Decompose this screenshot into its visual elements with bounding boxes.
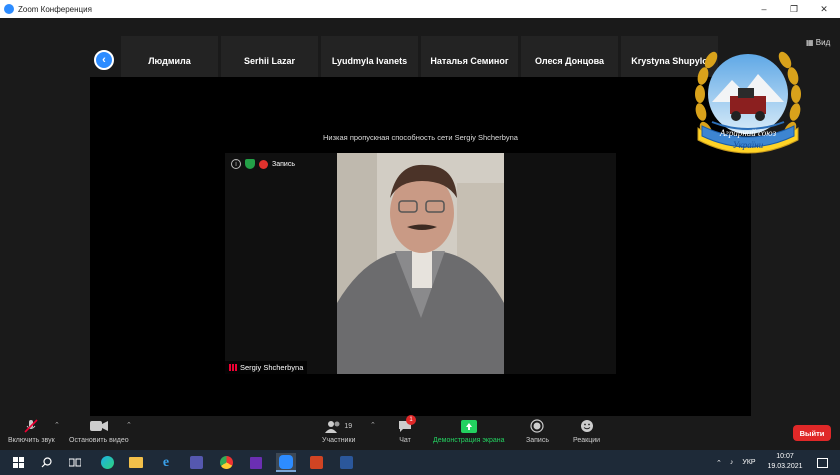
unmute-label: Включить звук [8,437,55,444]
system-tray: ⌃ ♪ УКР [716,450,756,475]
logo-text-line1: Аграрний союз [719,128,777,138]
muted-mic-icon [24,419,38,433]
participant-name: Lyudmyla Ivanets [331,56,408,66]
share-screen-button[interactable]: Демонстрация экрана [433,418,505,444]
record-button[interactable]: Запись [526,418,549,444]
tray-chevron-up-icon[interactable]: ⌃ [716,459,722,467]
chevron-left-icon: ‹ [102,54,106,66]
speaker-video [337,153,504,374]
word-icon [339,456,353,469]
clock-time: 10:07 [776,453,794,460]
taskbar-save-app[interactable] [246,453,266,472]
participants-label: Участники [322,437,356,444]
stop-video-label: Остановить видео [69,437,129,444]
participant-name: Людмила [148,56,191,66]
taskbar-word[interactable] [336,453,356,472]
active-speaker-area: Низкая пропускная способность сети Sergi… [90,77,751,416]
chat-button[interactable]: 1 Чат [398,415,416,444]
signal-strength-icon [229,364,237,371]
reactions-button[interactable]: Реакции [573,418,600,444]
windows-logo-icon [12,457,24,468]
start-button[interactable] [8,453,28,472]
video-options-caret-icon[interactable]: ⌃ [126,421,132,429]
close-button[interactable]: ✕ [810,0,838,18]
windows-taskbar: e ⌃ ♪ УКР 10:07 19.03.2021 [0,450,840,475]
title-bar: Zoom Конференция – ❐ ✕ [0,0,840,18]
zoom-logo-icon [4,4,14,14]
speaker-name: Sergiy Shcherbyna [240,363,304,372]
taskbar-ie[interactable]: e [156,453,176,472]
participants-button[interactable]: 19 Участники [322,418,355,444]
agrarian-union-logo: Аграрний союз України [692,40,804,162]
task-view-icon [69,458,81,467]
zoom-icon [279,454,293,469]
taskbar-explorer[interactable] [126,453,146,472]
speaker-frame[interactable]: i Запись Sergiy Shcherbyna [225,153,616,374]
participant-name: Олеся Донцова [534,56,605,66]
participants-count: 19 [344,422,353,430]
volume-icon[interactable]: ♪ [730,459,734,466]
task-view-button[interactable] [65,453,85,472]
bandwidth-notice: Низкая пропускная способность сети Sergi… [323,133,518,142]
info-icon[interactable]: i [231,159,241,169]
record-label: Запись [526,437,549,444]
folder-icon [129,457,143,468]
participants-options-caret-icon[interactable]: ⌃ [370,421,376,429]
floppy-icon [250,456,262,469]
taskbar-zoom[interactable] [276,453,296,472]
meeting-stage: ‹ Людмила Serhii Lazar Lyudmyla Ivanets … [0,18,840,416]
window-title: Zoom Конференция [18,4,92,14]
reactions-label: Реакции [573,437,601,444]
teams-icon [189,456,203,469]
participants-icon [325,420,340,433]
recording-icon [259,159,268,169]
notifications-button[interactable] [812,453,832,472]
recording-label: Запись [272,160,295,168]
video-camera-icon [89,421,108,431]
audio-options-caret-icon[interactable]: ⌃ [54,421,60,429]
minimize-button[interactable]: – [750,0,778,18]
taskbar-powerpoint[interactable] [306,453,326,472]
edge-icon [100,456,114,469]
taskbar-search-button[interactable] [36,453,56,472]
taskbar-edge[interactable] [97,453,117,472]
internet-explorer-icon: e [162,454,170,470]
powerpoint-icon [309,456,323,469]
speaker-silhouette-image [337,153,504,374]
share-screen-label: Демонстрация экрана [433,437,505,444]
view-toggle-button[interactable]: ▦ Вид [806,38,830,47]
chrome-icon [219,456,233,469]
grid-icon: ▦ [806,38,814,47]
leave-meeting-button[interactable]: Выйти [793,425,831,441]
speaker-name-label: Sergiy Shcherbyna [225,361,308,374]
taskbar-clock[interactable]: 10:07 19.03.2021 [766,452,804,472]
logo-text-line2: України [733,140,764,150]
chat-unread-badge: 1 [406,415,416,425]
shield-icon[interactable] [245,159,255,169]
view-label: Вид [815,38,831,47]
smiley-icon [580,420,593,432]
participant-name: Serhii Lazar [243,56,296,66]
zoom-window: Zoom Конференция – ❐ ✕ ‹ Людмила Serhii … [0,0,840,475]
share-screen-icon [460,419,477,433]
taskbar-teams[interactable] [186,453,206,472]
clock-date: 19.03.2021 [767,463,803,470]
taskbar-chrome[interactable] [216,453,236,472]
previous-page-button[interactable]: ‹ [94,50,114,70]
notification-icon [816,457,828,468]
participant-name: Наталья Семиног [430,56,509,66]
meeting-status-bar: i Запись [231,159,295,169]
stop-video-button[interactable]: Остановить видео [69,418,129,444]
chat-label: Чат [399,437,411,444]
search-icon [41,457,52,468]
maximize-button[interactable]: ❐ [780,0,808,18]
unmute-button[interactable]: Включить звук [8,418,55,444]
record-icon [530,419,545,433]
meeting-toolbar: Включить звук ⌃ Остановить видео ⌃ 19 Уч… [0,415,840,450]
keyboard-language[interactable]: УКР [742,459,755,466]
